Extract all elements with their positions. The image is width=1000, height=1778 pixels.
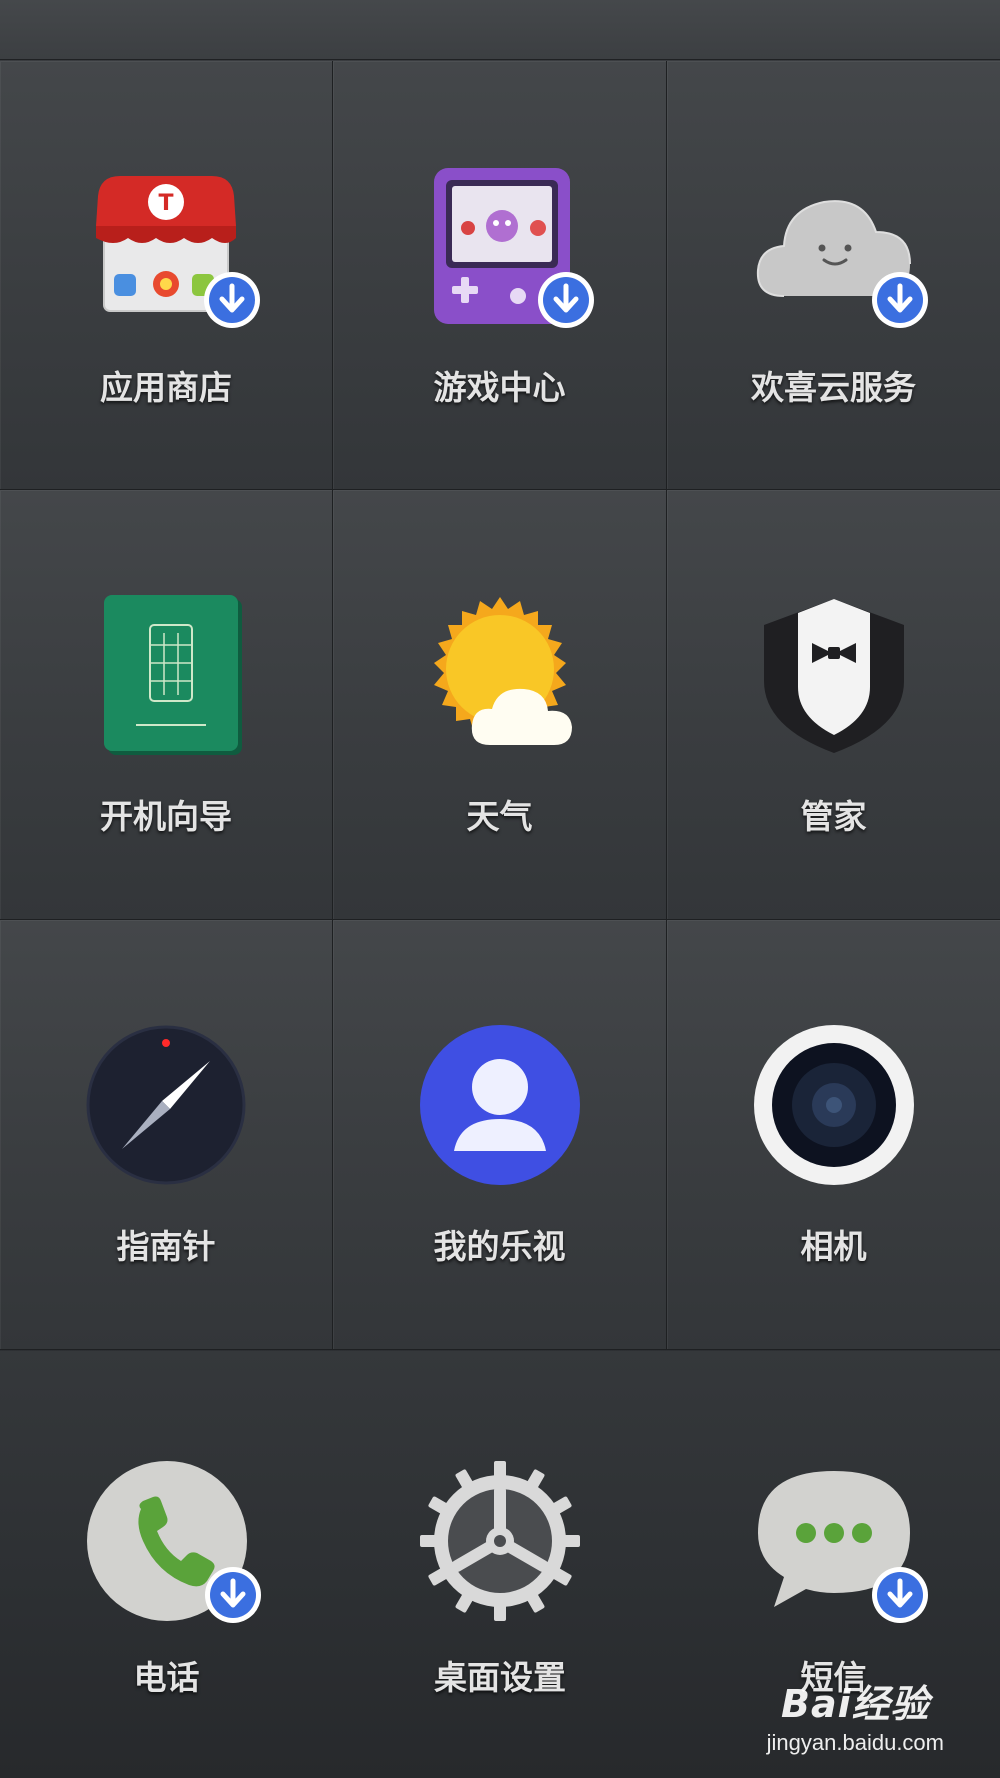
status-bar [0, 0, 1000, 60]
app-label: 指南针 [116, 1227, 216, 1266]
download-badge-icon [537, 272, 594, 328]
dock-item-phone[interactable]: 电话 [0, 1351, 333, 1778]
app-tile-weather[interactable]: 天气 [333, 490, 667, 920]
app-label: 开机向导 [100, 797, 232, 836]
download-badge-icon [871, 272, 928, 328]
setup-guide-icon [86, 595, 246, 755]
camera-icon [753, 1025, 914, 1185]
app-tile-app-store[interactable]: T 应用商店 [0, 61, 333, 490]
svg-text:T: T [158, 191, 173, 216]
message-icon [754, 1461, 928, 1623]
app-label: 应用商店 [100, 368, 232, 407]
gear-icon [420, 1461, 580, 1621]
download-badge-icon [871, 1567, 928, 1623]
download-badge-icon [204, 272, 260, 328]
app-label: 管家 [800, 797, 867, 836]
my-letv-icon [419, 1025, 580, 1185]
watermark-url: jingyan.baidu.com [766, 1730, 944, 1755]
compass-icon [86, 1025, 246, 1185]
download-badge-icon [204, 1567, 261, 1623]
app-label: 天气 [466, 797, 533, 836]
phone-icon [86, 1461, 261, 1623]
app-tile-cloud-service[interactable]: 欢喜云服务 [667, 61, 1000, 490]
app-tile-my-letv[interactable]: 我的乐视 [333, 920, 667, 1350]
app-tile-compass[interactable]: 指南针 [0, 920, 333, 1350]
app-tile-butler[interactable]: 管家 [667, 490, 1000, 920]
app-label: 欢喜云服务 [751, 368, 916, 407]
game-center-icon [420, 166, 594, 328]
app-label: 我的乐视 [433, 1227, 566, 1266]
app-store-icon: T [86, 166, 260, 328]
app-label: 桌面设置 [434, 1658, 566, 1697]
weather-icon [420, 595, 580, 755]
app-label: 电话 [133, 1658, 200, 1697]
butler-icon [754, 595, 914, 755]
app-grid: T 应用商店 游戏中心 欢喜云服务 开机向导 天气 管家 指南针 我的乐视 相机 [0, 61, 1000, 1350]
app-tile-setup-guide[interactable]: 开机向导 [0, 490, 333, 920]
app-tile-game-center[interactable]: 游戏中心 [333, 61, 667, 490]
app-label: 相机 [800, 1227, 867, 1266]
app-label: 游戏中心 [433, 368, 566, 407]
watermark: Bai经验 jingyan.baidu.com [767, 1673, 944, 1756]
app-tile-camera[interactable]: 相机 [667, 920, 1000, 1350]
dock-item-desktop-settings[interactable]: 桌面设置 [333, 1351, 667, 1778]
cloud-service-icon [754, 166, 928, 328]
watermark-brand: Bai经验 [781, 1682, 930, 1726]
